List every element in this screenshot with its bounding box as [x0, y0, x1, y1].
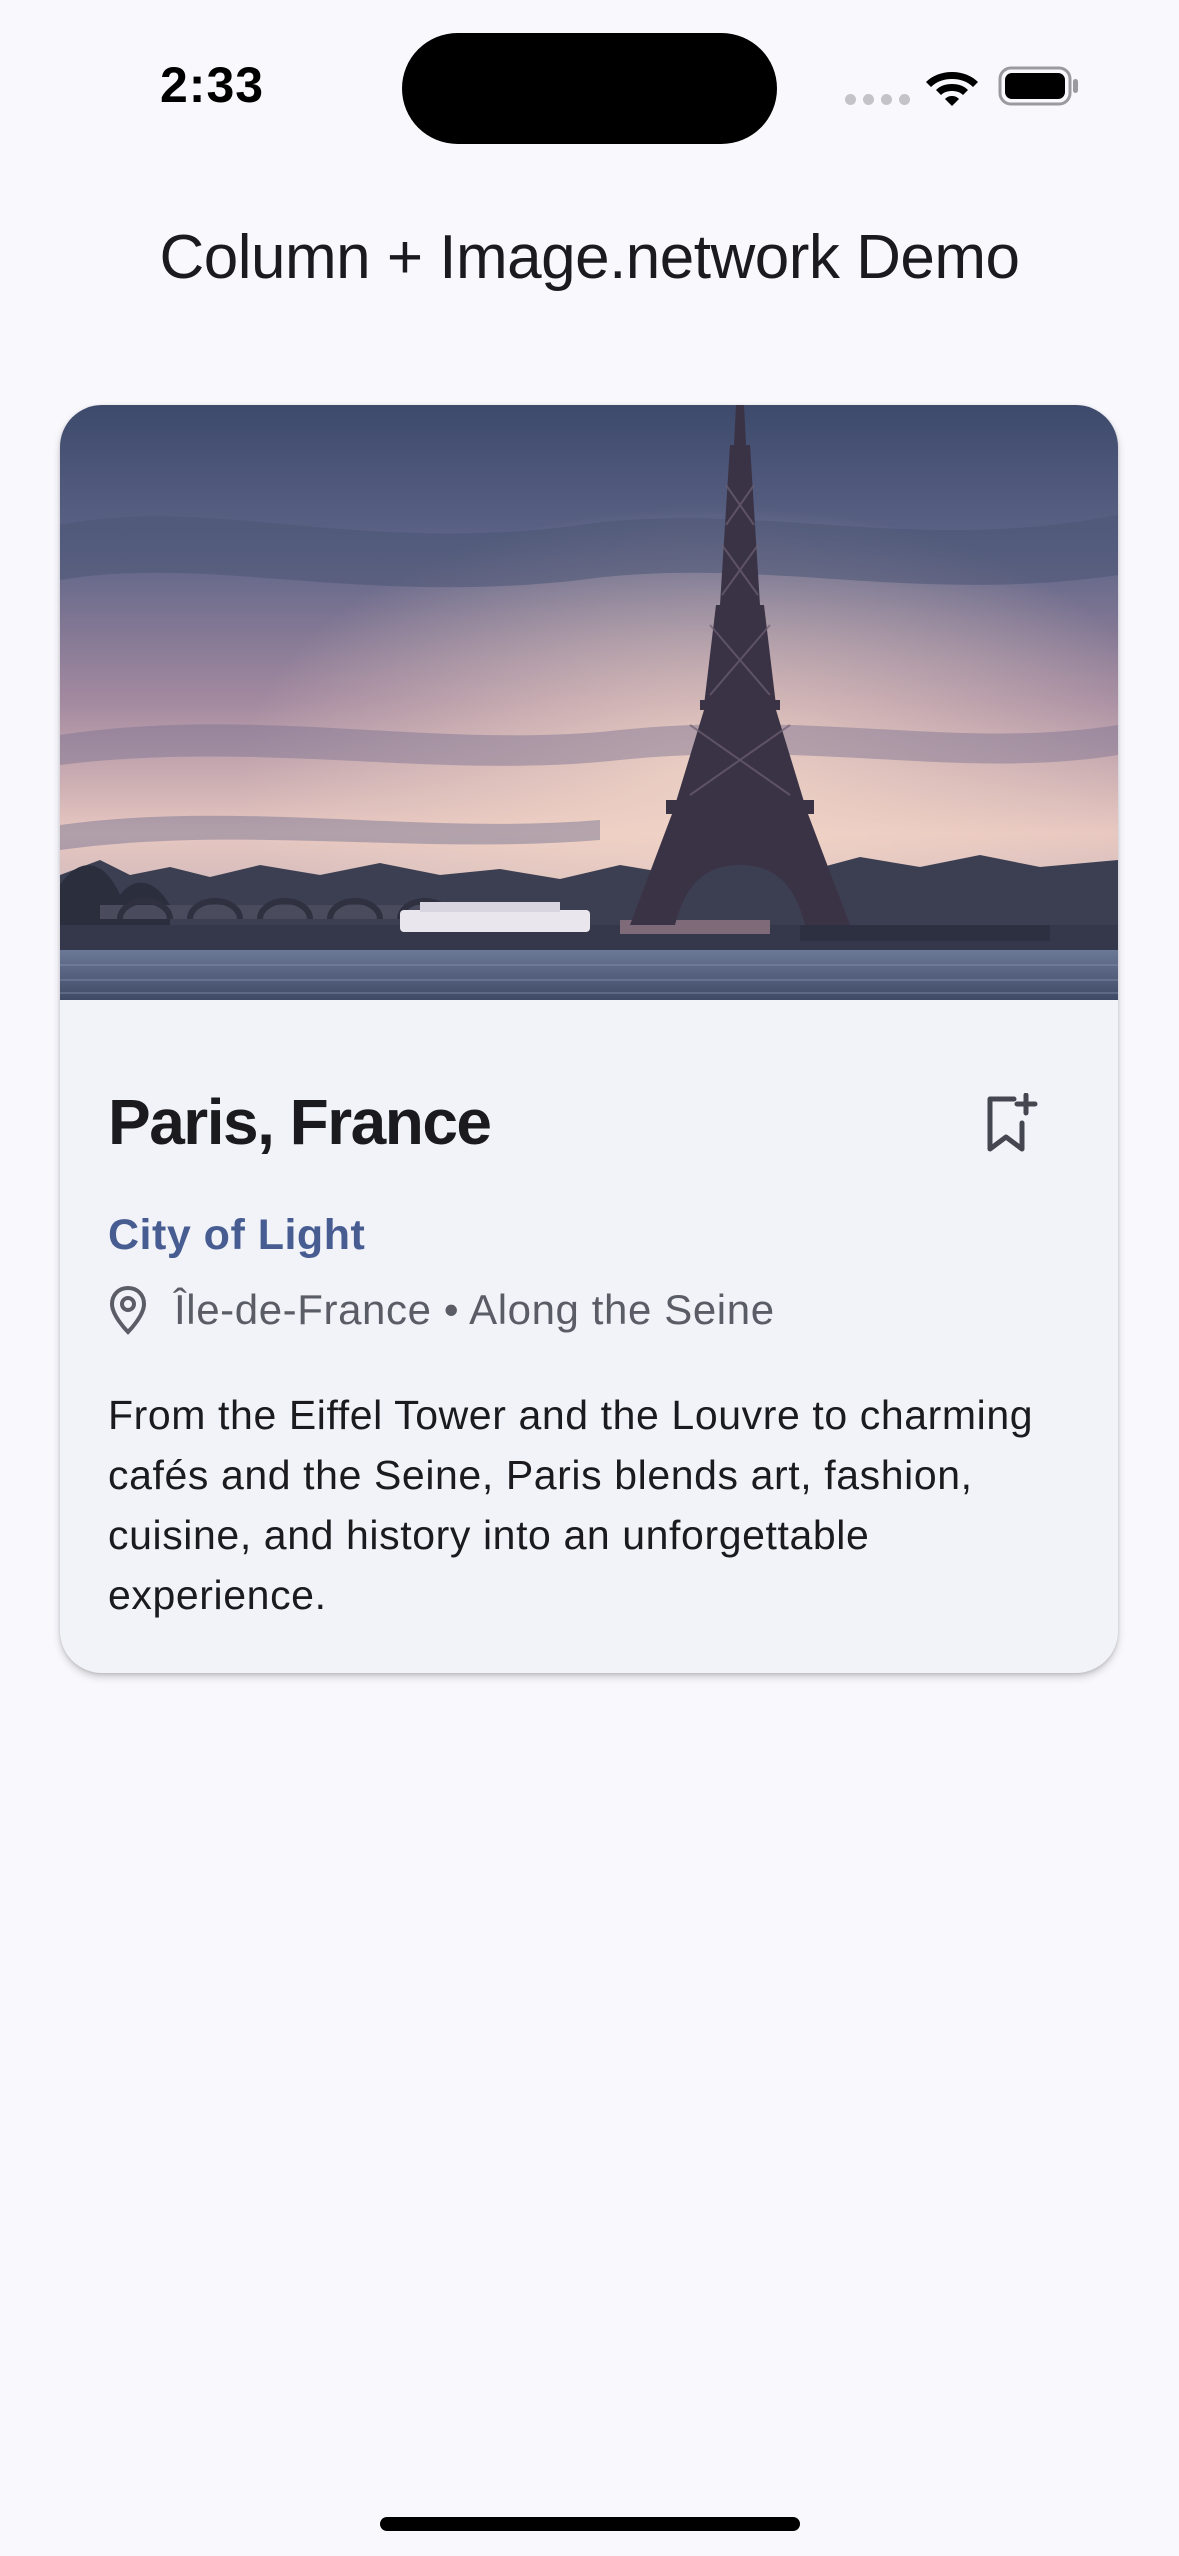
bookmark-add-button[interactable]	[960, 1073, 1060, 1173]
destination-card: Paris, France City of Light Île-de-Franc…	[60, 405, 1118, 1673]
status-time: 2:33	[160, 57, 265, 113]
bookmark-add-icon	[987, 1093, 1038, 1152]
battery-icon	[998, 66, 1078, 106]
place-description: From the Eiffel Tower and the Louvre to …	[108, 1392, 1034, 1618]
dynamic-island	[402, 33, 777, 144]
location-pin-icon	[109, 1285, 147, 1335]
place-title: Paris, France	[108, 1086, 492, 1158]
wifi-icon	[926, 72, 978, 106]
hero-image	[60, 405, 1118, 1000]
signal-dots-icon	[845, 94, 910, 105]
location-row: Île-de-France • Along the Seine	[108, 1285, 775, 1335]
home-indicator[interactable]	[380, 2517, 800, 2531]
app-title: Column + Image.network Demo	[159, 223, 1020, 292]
location-text: Île-de-France • Along the Seine	[174, 1286, 775, 1333]
status-bar: 2:33	[0, 0, 1179, 180]
place-subtitle: City of Light	[108, 1211, 366, 1259]
